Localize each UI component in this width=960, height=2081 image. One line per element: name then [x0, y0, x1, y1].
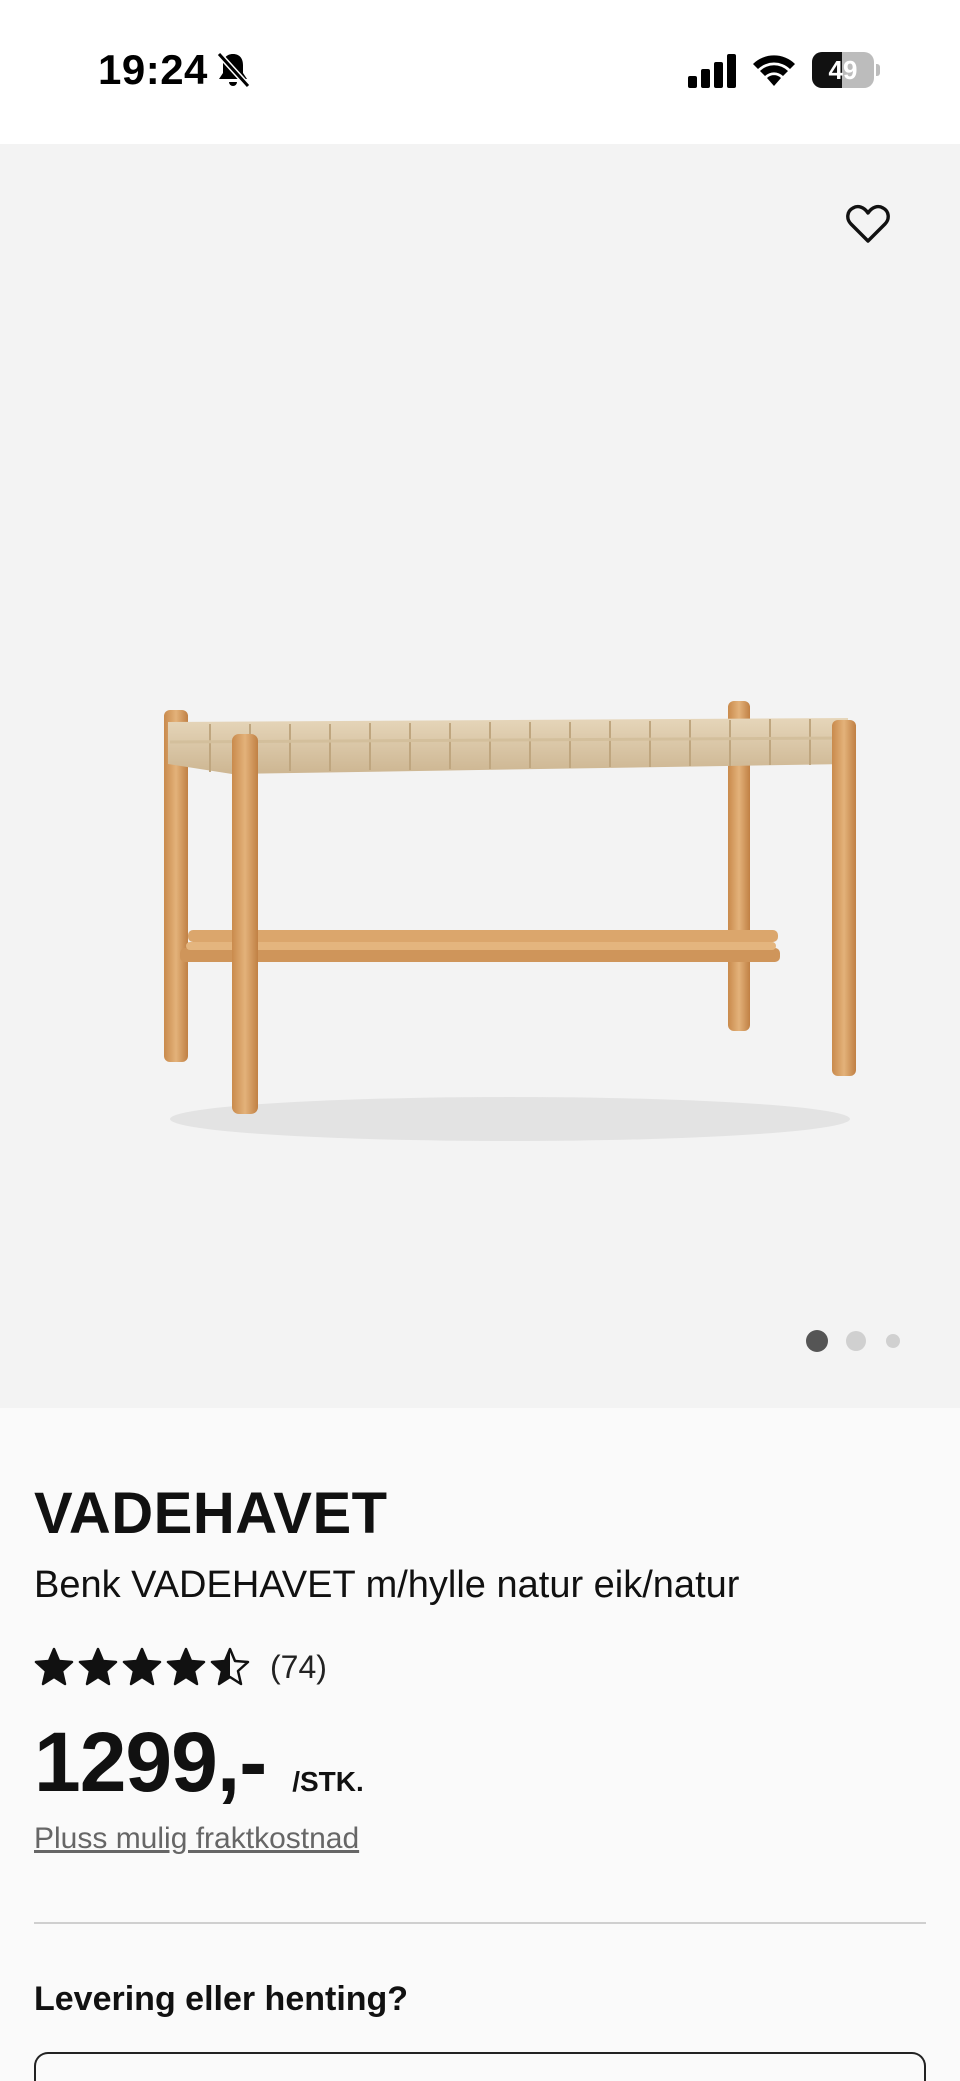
price-row: 1299,- /STK.	[34, 1714, 364, 1811]
product-gallery[interactable]	[0, 144, 960, 1408]
rating-stars	[34, 1647, 250, 1687]
signal-icon	[688, 54, 736, 88]
star-half-icon	[210, 1647, 250, 1686]
wifi-icon	[753, 55, 795, 86]
pagination-dot[interactable]	[886, 1334, 900, 1348]
pagination-dot[interactable]	[846, 1331, 866, 1351]
favorite-button[interactable]	[842, 198, 894, 250]
heart-outline-icon	[846, 204, 890, 243]
shipping-cost-link[interactable]: Pluss mulig fraktkostnad	[34, 1822, 359, 1856]
status-bar: 19:24 49	[0, 0, 960, 144]
product-subtitle: Benk VADEHAVET m/hylle natur eik/natur	[34, 1564, 740, 1606]
rating-count: (74)	[270, 1648, 327, 1685]
delivery-heading: Levering eller henting?	[34, 1980, 409, 2018]
status-time: 19:24	[98, 46, 208, 93]
star-full-icon	[166, 1647, 206, 1686]
battery-percent: 49	[828, 55, 858, 85]
bell-slash-icon	[216, 51, 251, 89]
product-rating[interactable]: (74)	[34, 1644, 327, 1690]
product-image-bench	[164, 701, 856, 1141]
divider	[34, 1922, 926, 1924]
pagination-dot[interactable]	[806, 1330, 828, 1352]
battery-icon: 49	[812, 52, 880, 88]
gallery-pagination[interactable]	[806, 1330, 916, 1354]
price-unit: /STK.	[292, 1766, 364, 1797]
product-brand: VADEHAVET	[34, 1481, 388, 1546]
star-full-icon	[34, 1647, 74, 1686]
product-price: 1299,-	[34, 1715, 267, 1809]
star-full-icon	[78, 1647, 118, 1686]
star-full-icon	[122, 1647, 162, 1686]
delivery-option-box[interactable]	[34, 2052, 926, 2081]
